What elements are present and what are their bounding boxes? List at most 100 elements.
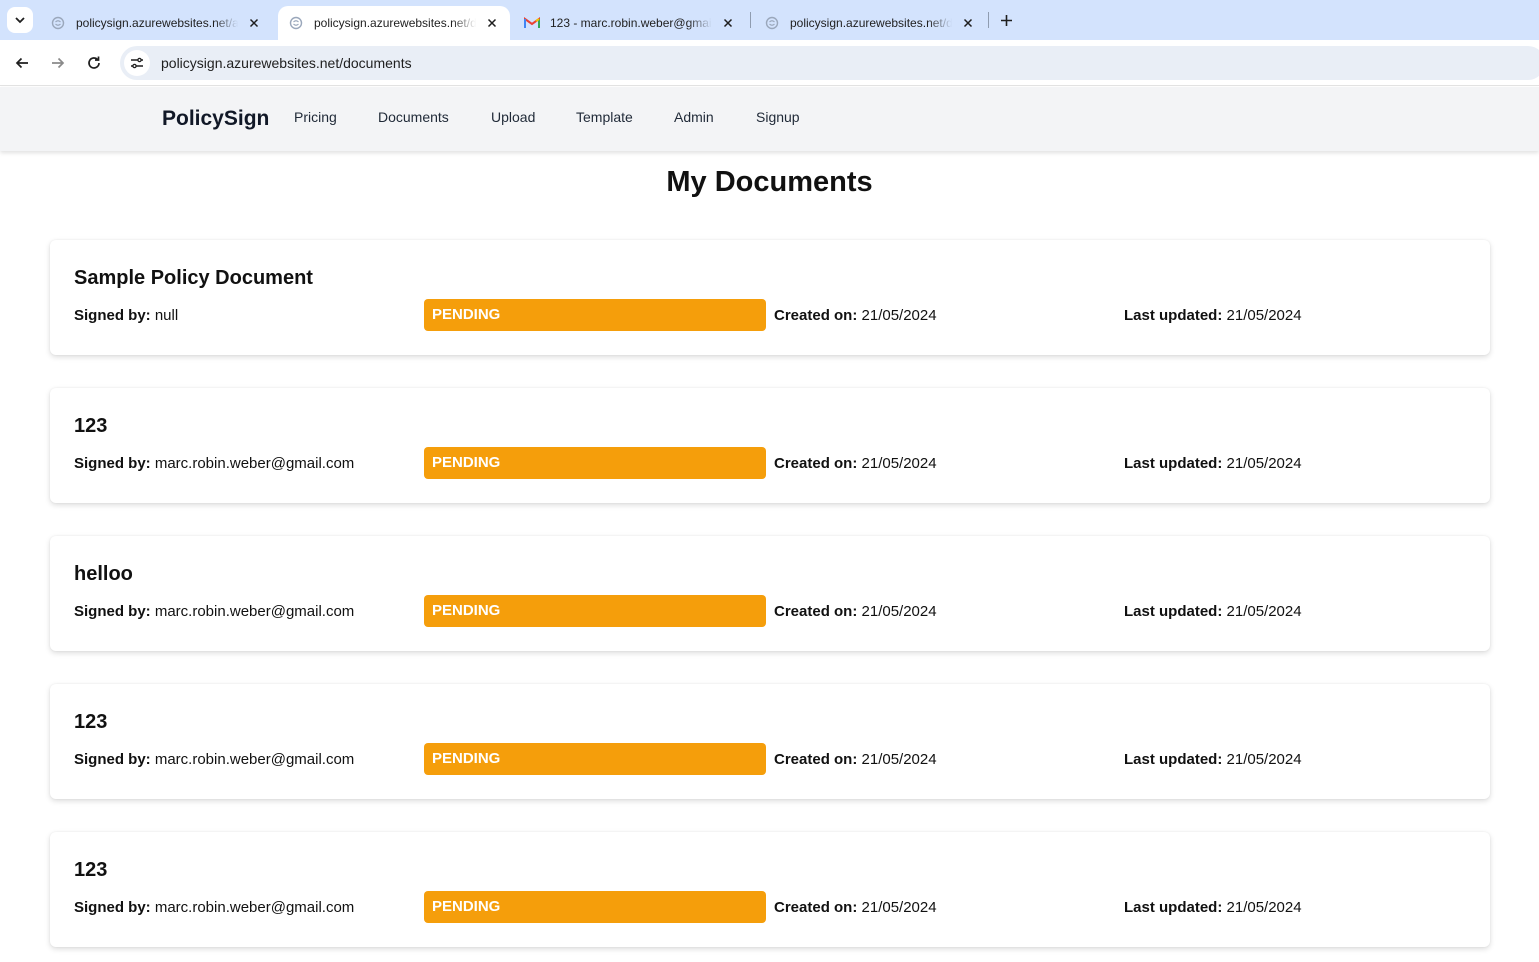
tab-separator xyxy=(750,12,751,28)
back-button[interactable] xyxy=(8,49,36,77)
nav-link-upload[interactable]: Upload xyxy=(491,109,535,125)
nav-link-pricing[interactable]: Pricing xyxy=(294,109,337,125)
close-tab-icon[interactable] xyxy=(960,15,976,31)
page-title: My Documents xyxy=(666,166,873,198)
signed-by-label: Signed by: xyxy=(74,603,151,620)
last-updated-field: Last updated: 21/05/2024 xyxy=(1124,307,1302,324)
created-on-label: Created on: xyxy=(774,603,858,620)
address-url: policysign.azurewebsites.net/documents xyxy=(161,55,412,71)
brand-logo[interactable]: PolicySign xyxy=(162,107,269,131)
browser-tab[interactable]: policysign.azurewebsites.net/documents xyxy=(754,6,986,40)
signed-by-value: marc.robin.weber@gmail.com xyxy=(154,455,355,472)
policysign-favicon-icon xyxy=(764,15,780,31)
tab-search-button[interactable] xyxy=(7,7,33,33)
browser-tab-active[interactable]: policysign.azurewebsites.net/documents xyxy=(278,6,510,40)
document-title: 123 xyxy=(74,711,108,733)
signed-by-label: Signed by: xyxy=(74,307,151,324)
last-updated-label: Last updated: xyxy=(1124,751,1223,768)
signed-by-field: Signed by: marc.robin.weber@gmail.com xyxy=(74,751,354,768)
last-updated-label: Last updated: xyxy=(1124,603,1223,620)
close-tab-icon[interactable] xyxy=(246,15,262,31)
document-card[interactable]: 123 Signed by: marc.robin.weber@gmail.co… xyxy=(50,832,1490,947)
last-updated-field: Last updated: 21/05/2024 xyxy=(1124,603,1302,620)
created-on-value: 21/05/2024 xyxy=(861,603,937,620)
document-card[interactable]: helloo Signed by: marc.robin.weber@gmail… xyxy=(50,536,1490,651)
last-updated-value: 21/05/2024 xyxy=(1226,899,1302,916)
nav-link-documents[interactable]: Documents xyxy=(378,109,449,125)
signed-by-field: Signed by: marc.robin.weber@gmail.com xyxy=(74,455,354,472)
created-on-value: 21/05/2024 xyxy=(861,307,937,324)
address-bar[interactable]: policysign.azurewebsites.net/documents xyxy=(120,46,1539,80)
browser-tab-strip: policysign.azurewebsites.net/admin polic… xyxy=(0,0,1539,40)
gmail-icon xyxy=(524,15,540,31)
created-on-label: Created on: xyxy=(774,455,858,472)
last-updated-field: Last updated: 21/05/2024 xyxy=(1124,751,1302,768)
reload-button[interactable] xyxy=(80,49,108,77)
last-updated-value: 21/05/2024 xyxy=(1226,603,1302,620)
signed-by-value: null xyxy=(154,307,179,324)
created-on-field: Created on: 21/05/2024 xyxy=(774,899,937,916)
signed-by-field: Signed by: marc.robin.weber@gmail.com xyxy=(74,603,354,620)
plus-icon xyxy=(1000,14,1012,26)
last-updated-value: 21/05/2024 xyxy=(1226,455,1302,472)
browser-tab[interactable]: 123 - marc.robin.weber@gmail.com xyxy=(514,6,746,40)
status-badge: PENDING xyxy=(424,891,766,923)
tab-title: 123 - marc.robin.weber@gmail.com xyxy=(550,16,712,30)
created-on-field: Created on: 21/05/2024 xyxy=(774,751,937,768)
tab-title: policysign.azurewebsites.net/admin xyxy=(76,16,238,30)
created-on-label: Created on: xyxy=(774,899,858,916)
policysign-favicon-icon xyxy=(50,15,66,31)
created-on-label: Created on: xyxy=(774,751,858,768)
forward-button[interactable] xyxy=(44,49,72,77)
last-updated-label: Last updated: xyxy=(1124,307,1223,324)
nav-link-template[interactable]: Template xyxy=(576,109,633,125)
last-updated-value: 21/05/2024 xyxy=(1226,751,1302,768)
close-tab-icon[interactable] xyxy=(720,15,736,31)
status-badge: PENDING xyxy=(424,595,766,627)
status-badge: PENDING xyxy=(424,299,766,331)
arrow-right-icon xyxy=(52,57,65,69)
reload-icon xyxy=(88,56,100,69)
signed-by-value: marc.robin.weber@gmail.com xyxy=(154,899,355,916)
nav-link-admin[interactable]: Admin xyxy=(674,109,714,125)
site-navbar: PolicySign Pricing Documents Upload Temp… xyxy=(0,87,1539,151)
close-tab-icon[interactable] xyxy=(484,15,500,31)
document-card[interactable]: Sample Policy Document Signed by: null P… xyxy=(50,240,1490,355)
document-title: 123 xyxy=(74,415,108,437)
created-on-value: 21/05/2024 xyxy=(861,899,937,916)
document-card[interactable]: 123 Signed by: marc.robin.weber@gmail.co… xyxy=(50,388,1490,503)
tab-title: policysign.azurewebsites.net/documents xyxy=(790,16,952,30)
created-on-value: 21/05/2024 xyxy=(861,455,937,472)
site-settings-icon[interactable] xyxy=(124,50,150,76)
nav-link-signup[interactable]: Signup xyxy=(756,109,800,125)
document-title: 123 xyxy=(74,859,108,881)
created-on-field: Created on: 21/05/2024 xyxy=(774,307,937,324)
signed-by-value: marc.robin.weber@gmail.com xyxy=(154,751,355,768)
signed-by-label: Signed by: xyxy=(74,751,151,768)
last-updated-label: Last updated: xyxy=(1124,899,1223,916)
status-badge: PENDING xyxy=(424,743,766,775)
policysign-favicon-icon xyxy=(288,15,304,31)
signed-by-field: Signed by: null xyxy=(74,307,178,324)
document-card[interactable]: 123 Signed by: marc.robin.weber@gmail.co… xyxy=(50,684,1490,799)
document-title: helloo xyxy=(74,563,133,585)
last-updated-label: Last updated: xyxy=(1124,455,1223,472)
document-title: Sample Policy Document xyxy=(74,267,313,289)
signed-by-label: Signed by: xyxy=(74,455,151,472)
signed-by-field: Signed by: marc.robin.weber@gmail.com xyxy=(74,899,354,916)
new-tab-button[interactable] xyxy=(994,8,1018,32)
last-updated-field: Last updated: 21/05/2024 xyxy=(1124,899,1302,916)
signed-by-value: marc.robin.weber@gmail.com xyxy=(154,603,355,620)
last-updated-field: Last updated: 21/05/2024 xyxy=(1124,455,1302,472)
tab-separator xyxy=(988,12,989,28)
last-updated-value: 21/05/2024 xyxy=(1226,307,1302,324)
chevron-down-icon xyxy=(15,17,25,24)
created-on-value: 21/05/2024 xyxy=(861,751,937,768)
browser-tab[interactable]: policysign.azurewebsites.net/admin xyxy=(40,6,272,40)
tab-title: policysign.azurewebsites.net/documents xyxy=(314,16,476,30)
arrow-left-icon xyxy=(15,57,28,69)
created-on-field: Created on: 21/05/2024 xyxy=(774,455,937,472)
created-on-label: Created on: xyxy=(774,307,858,324)
browser-toolbar: policysign.azurewebsites.net/documents xyxy=(0,40,1539,86)
signed-by-label: Signed by: xyxy=(74,899,151,916)
